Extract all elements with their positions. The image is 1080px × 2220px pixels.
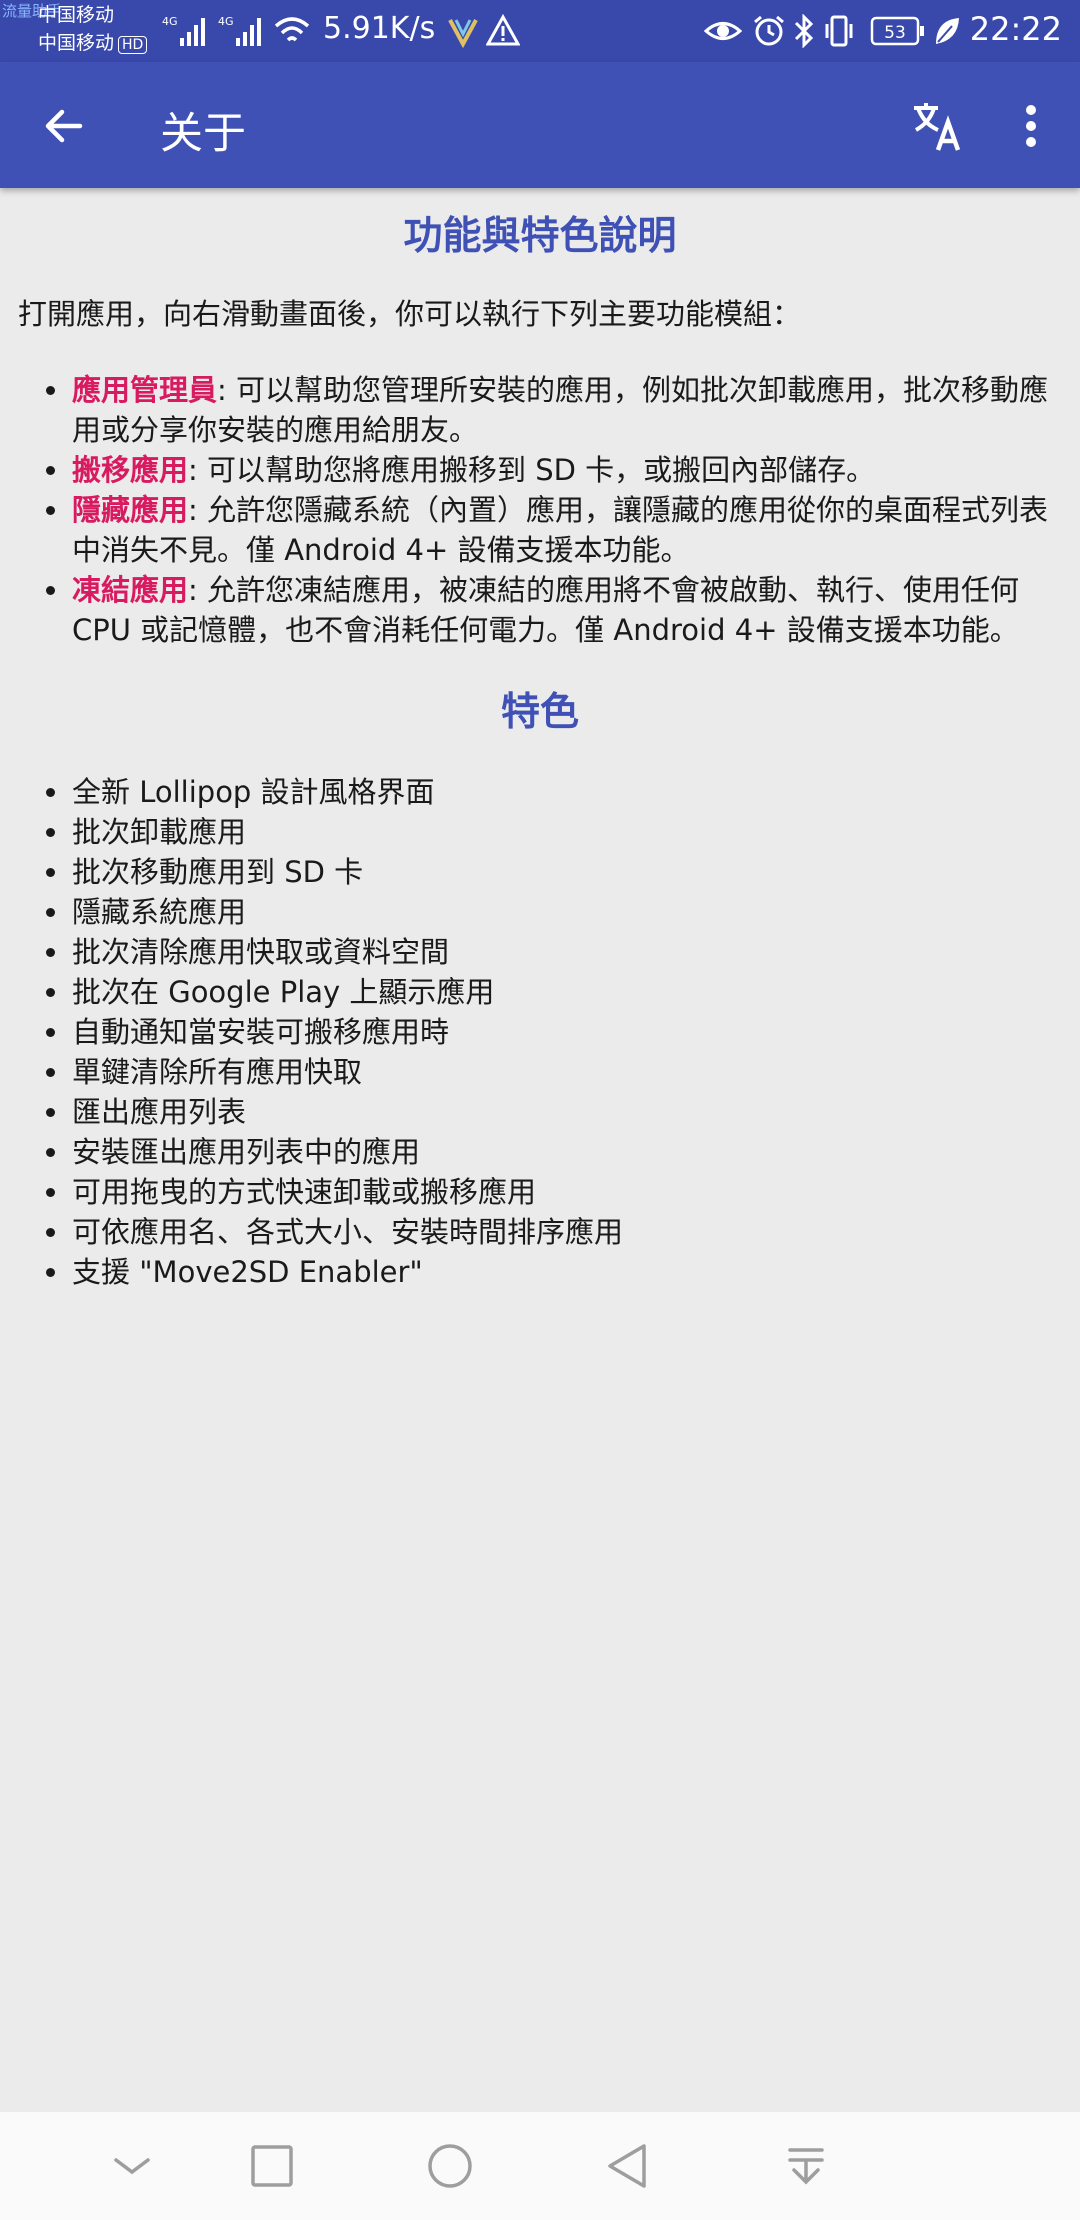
list-item: 安裝匯出應用列表中的應用 (18, 1132, 1063, 1172)
module-list: 應用管理員: 可以幫助您管理所安裝的應用，例如批次卸載應用，批次移動應用或分享你… (18, 370, 1063, 650)
arrow-back-icon[interactable] (40, 102, 88, 150)
list-item: 全新 Lollipop 設計風格界面 (18, 772, 1063, 812)
bluetooth-icon (794, 14, 814, 48)
signal-icon: 4G (162, 15, 205, 46)
feature-list: 全新 Lollipop 設計風格界面 批次卸載應用 批次移動應用到 SD 卡 隱… (18, 772, 1063, 1292)
leaf-icon (936, 18, 959, 44)
list-item: 自動通知當安裝可搬移應用時 (18, 1012, 1063, 1052)
module-name: 凍結應用 (72, 573, 189, 607)
module-desc: : 可以幫助您管理所安裝的應用，例如批次卸載應用，批次移動應用或分享你安裝的應用… (72, 373, 1049, 447)
more-vert-icon[interactable] (1010, 98, 1052, 154)
list-item: 批次清除應用快取或資料空間 (18, 932, 1063, 972)
net-speed: 5.91K/s (323, 11, 436, 46)
notification-pull-icon[interactable] (778, 2138, 834, 2194)
home-circle-icon[interactable] (422, 2138, 478, 2194)
collapse-down-icon[interactable] (104, 2138, 160, 2194)
list-item: 單鍵清除所有應用快取 (18, 1052, 1063, 1092)
list-item: 批次在 Google Play 上顯示應用 (18, 972, 1063, 1012)
module-name: 隱藏應用 (72, 493, 189, 527)
vpn-icon (448, 19, 478, 48)
alarm-icon (754, 15, 784, 46)
list-item: 可用拖曳的方式快速卸載或搬移應用 (18, 1172, 1063, 1212)
svg-text:53: 53 (884, 23, 906, 43)
page-title: 关于 (160, 109, 246, 159)
recents-square-icon[interactable] (244, 2138, 300, 2194)
intro-text: 打開應用，向右滑動畫面後，你可以執行下列主要功能模組： (18, 297, 802, 331)
svg-text:4G: 4G (218, 15, 234, 28)
eye-icon (704, 22, 742, 40)
module-name: 搬移應用 (72, 453, 189, 487)
translate-icon[interactable] (910, 98, 966, 154)
hd-badge: HD (118, 36, 148, 54)
app-bar: 关于 (0, 62, 1080, 188)
battery-icon: 53 (870, 16, 924, 46)
system-nav-bar (0, 2112, 1080, 2220)
list-item: 應用管理員: 可以幫助您管理所安裝的應用，例如批次卸載應用，批次移動應用或分享你… (18, 370, 1063, 450)
status-bar: 流量助手 中国移动 中国移动 HD 4G 4G 5.91K/s 53 22:22 (0, 0, 1080, 62)
list-item: 支援 "Move2SD Enabler" (18, 1252, 1063, 1292)
module-desc: : 允許您隱藏系統（內置）應用，讓隱藏的應用從你的桌面程式列表中消失不見。僅 A… (72, 493, 1049, 567)
list-item: 批次卸載應用 (18, 812, 1063, 852)
section-heading-features: 功能與特色說明 (403, 214, 677, 259)
list-item: 隱藏應用: 允許您隱藏系統（內置）應用，讓隱藏的應用從你的桌面程式列表中消失不見… (18, 490, 1063, 570)
carrier-2: 中国移动 HD (38, 33, 148, 54)
module-desc: : 允許您凍結應用，被凍結的應用將不會被啟動、執行、使用任何 CPU 或記憶體，… (72, 573, 1020, 647)
carrier-1: 中国移动 (38, 4, 115, 26)
section-heading-highlights: 特色 (500, 690, 579, 735)
list-item: 可依應用名、各式大小、安裝時間排序應用 (18, 1212, 1063, 1252)
clock: 22:22 (969, 10, 1062, 48)
list-item: 批次移動應用到 SD 卡 (18, 852, 1063, 892)
list-item: 匯出應用列表 (18, 1092, 1063, 1132)
list-item: 凍結應用: 允許您凍結應用，被凍結的應用將不會被啟動、執行、使用任何 CPU 或… (18, 570, 1063, 650)
list-item: 隱藏系統應用 (18, 892, 1063, 932)
module-desc: : 可以幫助您將應用搬移到 SD 卡，或搬回內部儲存。 (188, 453, 876, 487)
warning-icon (486, 14, 520, 46)
wifi-icon (274, 17, 310, 42)
module-name: 應用管理員 (72, 373, 218, 407)
back-triangle-icon[interactable] (600, 2138, 656, 2194)
vibrate-icon (825, 15, 853, 47)
svg-text:4G: 4G (162, 15, 178, 28)
signal-icon-2: 4G (218, 15, 261, 46)
list-item: 搬移應用: 可以幫助您將應用搬移到 SD 卡，或搬回內部儲存。 (18, 450, 1063, 490)
